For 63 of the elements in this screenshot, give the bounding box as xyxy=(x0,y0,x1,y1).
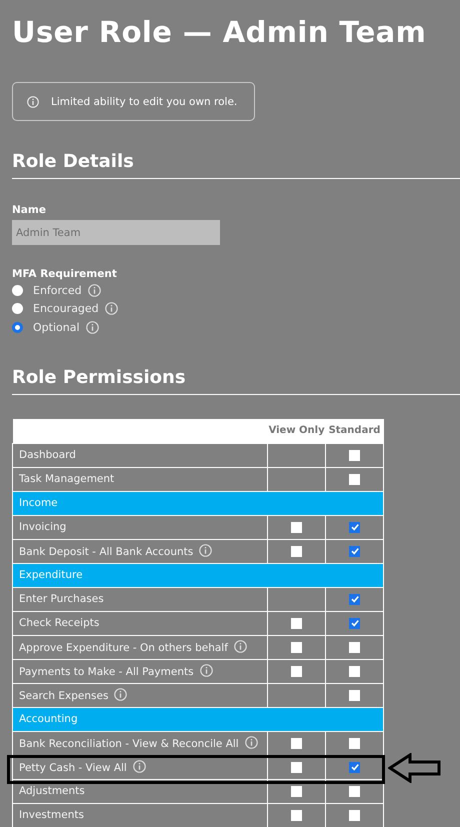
checkbox[interactable] xyxy=(291,786,302,797)
permission-name: Invoicing xyxy=(19,521,66,533)
checkbox[interactable] xyxy=(349,522,360,533)
field-label: Name xyxy=(12,203,47,217)
radio-label: Optional xyxy=(33,320,80,334)
info-icon[interactable] xyxy=(244,736,258,749)
permission-name: Petty Cash - View All xyxy=(19,762,127,774)
checkbox[interactable] xyxy=(349,786,360,797)
info-icon xyxy=(27,96,39,108)
radio-button[interactable] xyxy=(12,303,23,314)
section-heading: Role Details xyxy=(12,150,135,174)
checkbox[interactable] xyxy=(291,546,302,557)
permission-name: Dashboard xyxy=(19,449,76,461)
radio-button[interactable] xyxy=(12,284,23,296)
info-icon[interactable] xyxy=(104,302,118,316)
section-row: Expenditure xyxy=(12,563,384,587)
checkbox[interactable] xyxy=(291,738,302,749)
radio-label: Enforced xyxy=(33,284,82,297)
radio-button[interactable] xyxy=(12,322,23,333)
permission-name: Payments to Make - All Payments xyxy=(19,666,194,678)
checkbox[interactable] xyxy=(291,618,302,629)
page-title: User Role — Admin Team xyxy=(12,14,428,51)
checkbox[interactable] xyxy=(291,810,302,821)
checkbox[interactable] xyxy=(349,618,360,629)
checkbox[interactable] xyxy=(349,642,360,653)
notice-text: Limited ability to edit you own role. xyxy=(51,96,238,108)
info-icon[interactable] xyxy=(200,664,213,677)
section-row: Accounting xyxy=(12,707,384,731)
permission-name: Bank Deposit - All Bank Accounts xyxy=(19,546,194,558)
section-heading: Role Permissions xyxy=(12,366,187,390)
field-label: MFA Requirement xyxy=(12,267,118,281)
checkbox[interactable] xyxy=(349,810,360,821)
permission-name: Bank Reconciliation - View & Reconcile All xyxy=(19,738,239,750)
permission-name: Check Receipts xyxy=(19,617,100,629)
checkbox[interactable] xyxy=(291,642,302,653)
permission-name: Task Management xyxy=(19,473,114,485)
arrow-icon xyxy=(388,752,442,782)
permission-name: Investments xyxy=(19,809,84,821)
checkbox[interactable] xyxy=(349,474,360,485)
radio-label: Encouraged xyxy=(33,302,99,316)
checkbox[interactable] xyxy=(349,738,360,749)
info-icon[interactable] xyxy=(88,284,101,297)
section-row: Income xyxy=(12,491,384,515)
info-icon[interactable] xyxy=(199,544,212,557)
checkbox[interactable] xyxy=(349,450,360,461)
checkbox[interactable] xyxy=(291,666,302,677)
checkbox[interactable] xyxy=(291,522,302,533)
info-icon[interactable] xyxy=(234,640,247,653)
permission-name: Adjustments xyxy=(19,785,85,797)
info-icon[interactable] xyxy=(114,688,128,701)
column-header: View Only xyxy=(268,418,326,443)
permission-name: Search Expenses xyxy=(19,690,108,702)
checkbox[interactable] xyxy=(291,762,302,773)
permission-name: Approve Expenditure - On others behalf xyxy=(19,642,228,654)
permission-name: Enter Purchases xyxy=(19,593,104,605)
checkbox[interactable] xyxy=(349,594,360,605)
checkbox[interactable] xyxy=(349,546,360,557)
info-icon[interactable] xyxy=(86,320,99,334)
checkbox[interactable] xyxy=(349,690,360,701)
checkbox[interactable] xyxy=(349,666,360,677)
checkbox[interactable] xyxy=(349,762,360,773)
info-icon[interactable] xyxy=(132,760,146,773)
column-header: Standard xyxy=(326,418,384,443)
